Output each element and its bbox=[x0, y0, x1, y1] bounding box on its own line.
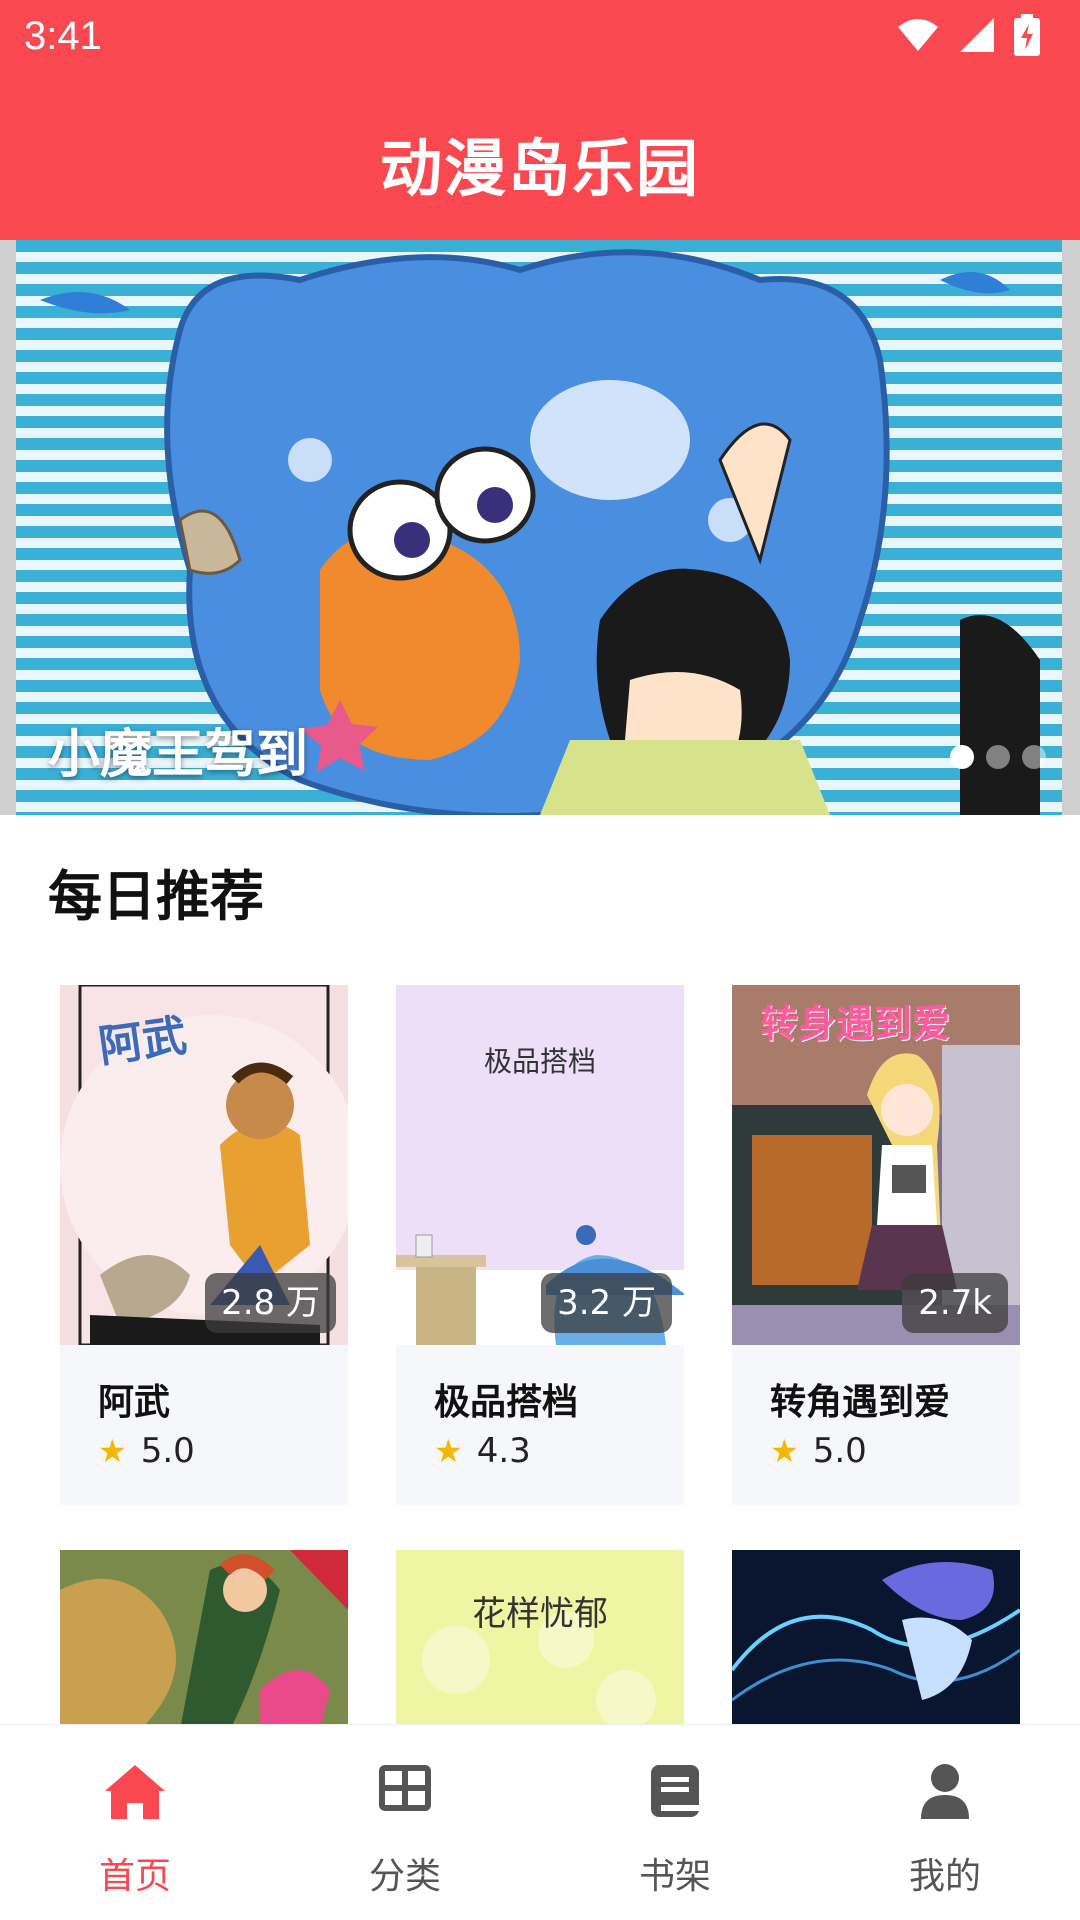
battery-icon bbox=[1014, 14, 1040, 56]
rating: ★ 4.3 bbox=[434, 1431, 531, 1471]
star-icon: ★ bbox=[98, 1432, 127, 1470]
star-icon: ★ bbox=[770, 1432, 799, 1470]
comic-title: 转角遇到爱 bbox=[770, 1382, 951, 1423]
book-icon bbox=[651, 1765, 699, 1817]
rating: ★ 5.0 bbox=[770, 1431, 867, 1471]
carousel-dot[interactable] bbox=[950, 745, 974, 769]
status-icons bbox=[896, 14, 1040, 56]
comic-card[interactable]: 花样忧郁 bbox=[396, 1550, 684, 1730]
wifi-icon bbox=[898, 19, 938, 51]
views-badge: 3.2 万 bbox=[541, 1273, 672, 1333]
comic-card[interactable]: 阿武 2.8 万 阿武 ★ 5.0 bbox=[60, 985, 348, 1505]
nav-label: 书架 bbox=[638, 1856, 711, 1897]
carousel-indicator bbox=[950, 745, 1046, 769]
comic-card[interactable] bbox=[732, 1550, 1020, 1730]
app-title: 动漫岛乐园 bbox=[379, 132, 700, 205]
cover-text: 极品搭档 bbox=[483, 1045, 596, 1078]
comic-card[interactable] bbox=[60, 1550, 348, 1730]
cover-text: 阿武 bbox=[95, 1010, 190, 1073]
status-time: 3:41 bbox=[24, 14, 102, 58]
section-title: 每日推荐 bbox=[48, 865, 264, 928]
signal-icon bbox=[960, 18, 994, 52]
comic-cover bbox=[396, 1550, 684, 1730]
comic-title: 极品搭档 bbox=[434, 1382, 579, 1423]
rating-value: 5.0 bbox=[812, 1431, 867, 1471]
comic-card[interactable]: 转身遇到爱 2.7k 转角遇到爱 ★ 5.0 bbox=[732, 985, 1020, 1505]
cover-text: 转身遇到爱 bbox=[760, 1002, 951, 1046]
comic-cover: 阿武 2.8 万 bbox=[60, 985, 348, 1345]
comic-cover: 转身遇到爱 2.7k bbox=[732, 985, 1020, 1345]
cover-text: 花样忧郁 bbox=[472, 1594, 608, 1634]
grid-icon bbox=[379, 1765, 431, 1811]
carousel-dot[interactable] bbox=[1022, 745, 1046, 769]
views-badge: 2.7k bbox=[902, 1273, 1008, 1333]
comic-card[interactable]: 极品搭档 3.2 万 极品搭档 ★ 4.3 bbox=[396, 985, 684, 1505]
rating-value: 5.0 bbox=[140, 1431, 195, 1471]
nav-home[interactable]: 首页 bbox=[0, 1725, 270, 1920]
comic-cover bbox=[732, 1550, 1020, 1730]
nav-bookshelf[interactable]: 书架 bbox=[540, 1725, 810, 1920]
nav-profile[interactable]: 我的 bbox=[810, 1725, 1080, 1920]
home-icon bbox=[105, 1765, 165, 1819]
nav-label: 首页 bbox=[98, 1856, 171, 1897]
comic-cover bbox=[60, 1550, 348, 1730]
views-badge: 2.8 万 bbox=[205, 1273, 336, 1333]
carousel-dot[interactable] bbox=[986, 745, 1010, 769]
nav-category[interactable]: 分类 bbox=[270, 1725, 540, 1920]
nav-label: 我的 bbox=[908, 1856, 981, 1897]
user-icon bbox=[921, 1764, 969, 1819]
app-header: 3:41 动漫岛乐园 bbox=[0, 0, 1080, 240]
rating-value: 4.3 bbox=[476, 1431, 531, 1471]
comic-title: 阿武 bbox=[98, 1382, 171, 1423]
bottom-navigation: 首页 分类 书架 我的 bbox=[0, 1724, 1080, 1920]
star-icon: ★ bbox=[434, 1432, 463, 1470]
rating: ★ 5.0 bbox=[98, 1431, 195, 1471]
banner-title[interactable]: 小魔王驾到 bbox=[48, 712, 308, 787]
comic-cover: 极品搭档 3.2 万 bbox=[396, 985, 684, 1345]
nav-label: 分类 bbox=[368, 1856, 441, 1897]
